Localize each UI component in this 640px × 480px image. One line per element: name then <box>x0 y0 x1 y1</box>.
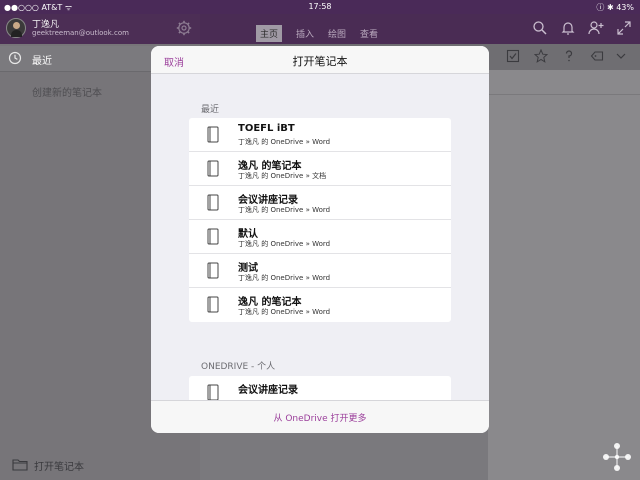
notebook-location: 丁逸凡 的 OneDrive » Word <box>238 138 331 146</box>
dialog-header: 取消 打开笔记本 <box>151 46 489 74</box>
notebook-icon <box>207 194 219 211</box>
notebook-title: 会议讲座记录 <box>238 195 298 206</box>
onedrive-section-header: ONEDRIVE - 个人 <box>201 362 276 372</box>
notebook-icon <box>207 384 219 401</box>
notebook-title: 测试 <box>238 263 258 274</box>
notebook-icon <box>207 126 219 143</box>
open-more-label: 从 OneDrive 打开更多 <box>273 414 367 424</box>
ribbon: 主页 插入 绘图 查看 <box>200 14 640 44</box>
notebook-location: 丁逸凡 的 OneDrive » 文档 <box>238 172 327 180</box>
notebook-row[interactable]: 会议讲座记录 丁逸凡 的 OneDrive » Word <box>189 186 451 220</box>
history-icon <box>8 51 22 65</box>
search-icon[interactable] <box>532 20 548 36</box>
sidebar-item-label: 最近 <box>32 56 52 67</box>
page-divider <box>488 94 640 95</box>
chevron-down-icon[interactable] <box>614 49 628 63</box>
notebook-row[interactable]: 逸凡 的笔记本 丁逸凡 的 OneDrive » Word <box>189 288 451 322</box>
notebook-title: 会议讲座记录 <box>238 385 298 396</box>
account-email: geektreeman@outlook.com <box>32 29 129 37</box>
tab-insert[interactable]: 插入 <box>292 25 318 42</box>
dialog-title: 打开笔记本 <box>292 55 348 68</box>
star-icon[interactable] <box>534 49 548 63</box>
notebook-location: 丁逸凡 的 OneDrive » Word <box>238 274 331 282</box>
add-person-icon[interactable] <box>588 20 604 36</box>
tab-view[interactable]: 查看 <box>356 25 382 42</box>
notebook-title: 默认 <box>238 229 258 240</box>
checkbox-icon[interactable] <box>506 49 520 63</box>
notebook-title: 逸凡 的笔记本 <box>238 161 302 172</box>
notebook-title: TOEFL iBT <box>238 123 295 134</box>
open-notebook-label: 打开笔记本 <box>34 462 84 473</box>
notebook-icon <box>207 262 219 279</box>
tag-icon[interactable] <box>590 49 604 63</box>
fullscreen-icon[interactable] <box>616 20 632 36</box>
notebook-icon <box>207 228 219 245</box>
battery-indicator: ⓘ ✱ 43% <box>596 3 634 12</box>
recent-notebook-list: TOEFL iBT 丁逸凡 的 OneDrive » Word 逸凡 的笔记本 … <box>189 118 451 322</box>
open-more-from-onedrive-button[interactable]: 从 OneDrive 打开更多 <box>151 400 489 433</box>
notebook-row[interactable]: 默认 丁逸凡 的 OneDrive » Word <box>189 220 451 254</box>
status-bar: ●●○○○ AT&T ᯤ 17:58 ⓘ ✱ 43% <box>0 0 640 14</box>
watermark-logo-icon <box>603 443 631 471</box>
create-notebook-link[interactable]: 创建新的笔记本 <box>32 84 102 99</box>
clock-time: 17:58 <box>308 2 332 11</box>
gear-icon[interactable] <box>176 20 192 36</box>
notebook-location: 丁逸凡 的 OneDrive » Word <box>238 240 331 248</box>
recent-section-header: 最近 <box>201 105 220 115</box>
open-notebook-button[interactable]: 打开笔记本 <box>0 452 200 480</box>
question-icon[interactable] <box>562 49 576 63</box>
tab-draw[interactable]: 绘图 <box>324 25 350 42</box>
notebook-icon <box>207 296 219 313</box>
notebook-title: 逸凡 的笔记本 <box>238 297 302 308</box>
folder-icon <box>12 459 28 471</box>
notebook-row[interactable]: 逸凡 的笔记本 丁逸凡 的 OneDrive » 文档 <box>189 152 451 186</box>
bell-icon[interactable] <box>560 20 576 36</box>
account-header: 丁逸凡 geektreeman@outlook.com <box>0 14 200 44</box>
notebook-location: 丁逸凡 的 OneDrive » Word <box>238 308 331 316</box>
tab-home[interactable]: 主页 <box>256 25 283 42</box>
notebook-location: 丁逸凡 的 OneDrive » Word <box>238 206 331 214</box>
notebook-row[interactable]: TOEFL iBT 丁逸凡 的 OneDrive » Word <box>189 118 451 152</box>
note-page[interactable] <box>488 70 640 480</box>
notebook-row[interactable]: 测试 丁逸凡 的 OneDrive » Word <box>189 254 451 288</box>
avatar[interactable] <box>6 18 26 38</box>
open-notebook-dialog: 取消 打开笔记本 最近 TOEFL iBT 丁逸凡 的 OneDrive » W… <box>151 46 489 433</box>
notebook-icon <box>207 160 219 177</box>
